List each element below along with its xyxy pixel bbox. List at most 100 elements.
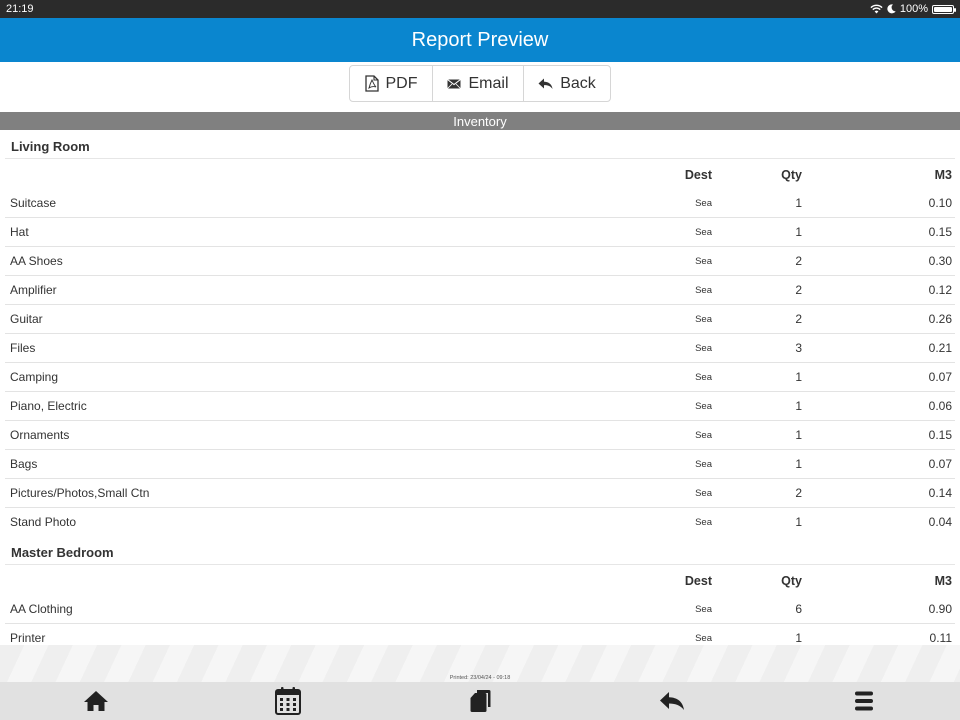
table-row: AA Clothing Sea 6 0.90 (5, 595, 955, 624)
item-m3: 0.26 (928, 312, 952, 326)
item-dest: Sea (695, 313, 712, 325)
item-list: AA Clothing Sea 6 0.90 Printer Sea 1 0.11 (5, 595, 955, 645)
item-qty: 1 (795, 399, 802, 413)
item-dest: Sea (695, 632, 712, 644)
home-icon (84, 691, 108, 711)
room-title: Living Room (5, 130, 955, 159)
item-qty: 3 (795, 341, 802, 355)
email-button[interactable]: Email (433, 66, 524, 101)
item-qty: 6 (795, 602, 802, 616)
item-qty: 2 (795, 312, 802, 326)
table-row: AA Shoes Sea 2 0.30 (5, 247, 955, 276)
column-header-m3: M3 (934, 168, 952, 182)
item-dest: Sea (695, 342, 712, 354)
item-name: Files (10, 341, 36, 355)
pdf-button[interactable]: PDF (350, 66, 433, 101)
item-qty: 1 (795, 428, 802, 442)
item-m3: 0.07 (928, 370, 952, 384)
table-row: Bags Sea 1 0.07 (5, 450, 955, 479)
table-row: Guitar Sea 2 0.26 (5, 305, 955, 334)
battery-percent: 100% (899, 3, 928, 15)
item-m3: 0.10 (928, 196, 952, 210)
title-bar: Report Preview (0, 18, 960, 62)
table-row: Piano, Electric Sea 1 0.06 (5, 392, 955, 421)
item-dest: Sea (695, 603, 712, 615)
item-dest: Sea (695, 226, 712, 238)
back-arrow-icon (660, 692, 684, 710)
room-master-bedroom: Master Bedroom Dest Qty M3 AA Clothing Se… (5, 536, 955, 645)
status-right: 100% (870, 3, 956, 15)
table-row: Hat Sea 1 0.15 (5, 218, 955, 247)
item-name: Pictures/Photos,Small Ctn (10, 486, 150, 500)
nav-documents-button[interactable] (384, 682, 576, 720)
pdf-button-label: PDF (385, 74, 418, 92)
item-m3: 0.04 (928, 515, 952, 529)
item-name: Ornaments (10, 428, 70, 442)
item-name: Printer (10, 631, 46, 645)
envelope-icon (447, 78, 462, 89)
item-name: Camping (10, 370, 59, 384)
printed-footer: Printed: 23/04/24 - 09:18 (0, 645, 960, 682)
table-row: Files Sea 3 0.21 (5, 334, 955, 363)
battery-level (934, 6, 952, 12)
column-header-qty: Qty (781, 168, 802, 182)
item-name: Hat (10, 225, 29, 239)
item-m3: 0.30 (928, 254, 952, 268)
item-name: Piano, Electric (10, 399, 87, 413)
table-row: Pictures/Photos,Small Ctn Sea 2 0.14 (5, 479, 955, 508)
table-row: Ornaments Sea 1 0.15 (5, 421, 955, 450)
item-m3: 0.11 (929, 631, 952, 645)
item-qty: 2 (795, 254, 802, 268)
column-header-qty: Qty (781, 574, 802, 588)
nav-calendar-button[interactable] (192, 682, 384, 720)
pdf-file-icon (364, 75, 379, 92)
item-dest: Sea (695, 255, 712, 267)
wifi-icon (870, 4, 883, 14)
column-header-m3: M3 (934, 574, 952, 588)
documents-icon (470, 690, 491, 712)
back-button[interactable]: Back (524, 66, 610, 101)
item-name: AA Clothing (10, 602, 73, 616)
inventory-content: Living Room Dest Qty M3 Suitcase Sea 1 0.10… (0, 130, 960, 645)
status-bar: 21:19 100% (0, 0, 960, 18)
item-dest: Sea (695, 284, 712, 296)
item-qty: 2 (795, 283, 802, 297)
table-header: Dest Qty M3 (5, 159, 955, 189)
item-qty: 1 (795, 370, 802, 384)
item-name: Stand Photo (10, 515, 77, 529)
room-living-room: Living Room Dest Qty M3 Suitcase Sea 1 0.10… (5, 130, 955, 536)
item-dest: Sea (695, 371, 712, 383)
item-dest: Sea (695, 429, 712, 441)
email-button-label: Email (468, 74, 509, 92)
item-m3: 0.12 (928, 283, 952, 297)
item-name: Amplifier (10, 283, 57, 297)
nav-menu-button[interactable] (768, 682, 960, 720)
table-row: Amplifier Sea 2 0.12 (5, 276, 955, 305)
item-qty: 1 (795, 631, 802, 645)
section-title: Inventory (453, 113, 507, 129)
nav-home-button[interactable] (0, 682, 192, 720)
bottom-nav (0, 682, 960, 720)
nav-back-button[interactable] (576, 682, 768, 720)
table-header: Dest Qty M3 (5, 565, 955, 595)
item-name: Guitar (10, 312, 43, 326)
section-header: Inventory (0, 112, 960, 130)
table-row: Suitcase Sea 1 0.10 (5, 189, 955, 218)
battery-icon (932, 4, 956, 14)
item-qty: 1 (795, 515, 802, 529)
item-qty: 1 (795, 225, 802, 239)
item-name: Bags (10, 457, 38, 471)
report-toolbar: PDF Email Back (349, 65, 611, 102)
table-row: Camping Sea 1 0.07 (5, 363, 955, 392)
column-header-dest: Dest (684, 574, 712, 588)
column-header-dest: Dest (684, 168, 712, 182)
table-row: Printer Sea 1 0.11 (5, 624, 955, 645)
item-m3: 0.14 (928, 486, 952, 500)
item-list: Suitcase Sea 1 0.10 Hat Sea 1 0.15 AA Shoes Sea 2 0… (5, 189, 955, 536)
reply-arrow-icon (538, 78, 553, 89)
back-button-label: Back (560, 74, 596, 92)
item-m3: 0.21 (928, 341, 952, 355)
status-time: 21:19 (6, 3, 34, 15)
item-m3: 0.15 (928, 225, 952, 239)
table-row: Stand Photo Sea 1 0.04 (5, 508, 955, 536)
